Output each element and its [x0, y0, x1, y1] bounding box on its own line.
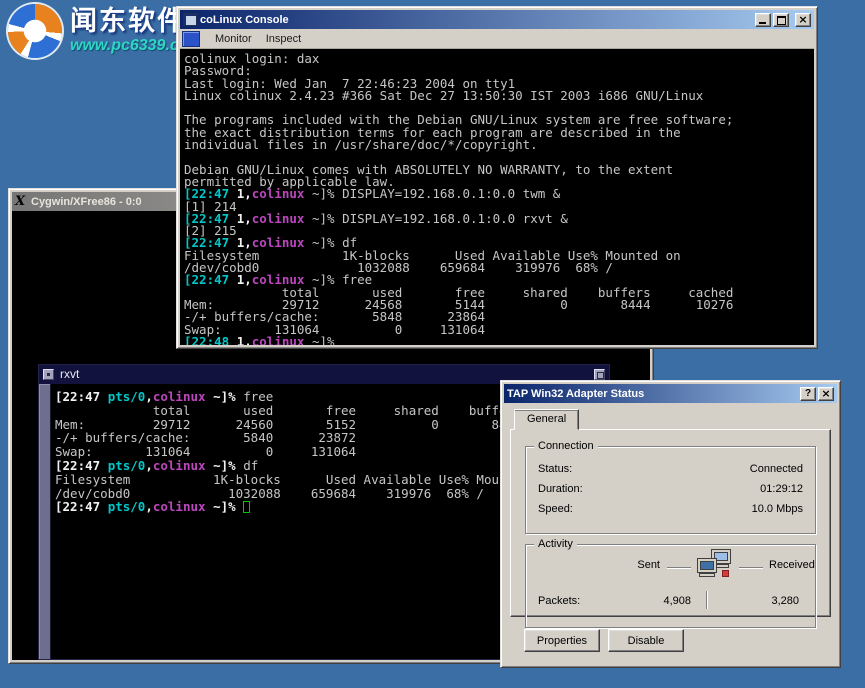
file-menu-button[interactable] — [182, 31, 200, 47]
close-icon: × — [821, 389, 830, 399]
packets-received-value: 3,280 — [719, 595, 799, 607]
packets-separator — [706, 591, 708, 609]
colinux-console-window: coLinux Console × Monitor Inspect colinu… — [176, 6, 818, 349]
colinux-console-icon — [183, 13, 197, 26]
sent-label: Sent — [618, 559, 660, 571]
received-label: Received — [769, 559, 815, 571]
packets-label: Packets: — [538, 595, 580, 607]
tap-titlebar[interactable]: TAP Win32 Adapter Status ? × — [504, 384, 837, 403]
general-tab-page: Connection Status: Connected Duration: 0… — [510, 429, 831, 617]
status-row: Status: Connected — [538, 463, 803, 475]
maximize-icon — [777, 16, 786, 25]
tab-general[interactable]: General — [514, 409, 579, 430]
status-value: Connected — [750, 463, 803, 475]
colinux-close-button[interactable]: × — [795, 13, 811, 27]
colinux-minimize-button[interactable] — [755, 13, 771, 27]
colinux-menubar: Monitor Inspect — [180, 29, 814, 49]
menu-monitor[interactable]: Monitor — [208, 31, 259, 47]
tap-help-button[interactable]: ? — [800, 387, 816, 401]
speed-label: Speed: — [538, 503, 573, 515]
colinux-terminal[interactable]: colinux login: daxPassword:Last login: W… — [180, 49, 814, 345]
duration-label: Duration: — [538, 483, 583, 495]
site-watermark: 闻东软件 www.pc6339.cn — [8, 4, 189, 58]
tap-adapter-status-dialog: TAP Win32 Adapter Status ? × General Con… — [500, 380, 841, 668]
disable-button[interactable]: Disable — [608, 629, 684, 652]
connection-group-label: Connection — [534, 440, 598, 453]
resize-button[interactable] — [594, 369, 605, 380]
rxvt-title: rxvt — [60, 365, 79, 384]
properties-button[interactable]: Properties — [524, 629, 600, 652]
minimize-icon — [759, 22, 766, 24]
tap-dialog-body: General Connection Status: Connected Dur… — [504, 403, 837, 664]
xfree86-x-icon: X — [15, 195, 28, 208]
colinux-maximize-button[interactable] — [773, 13, 789, 27]
cygwin-title: Cygwin/XFree86 - 0:0 — [31, 196, 142, 208]
desktop: 闻东软件 www.pc6339.cn X Cygwin/XFree86 - 0:… — [0, 0, 865, 688]
watermark-brand: 闻东软件 — [70, 6, 189, 36]
packets-sent-value: 4,908 — [611, 595, 691, 607]
received-connector-line — [739, 567, 763, 569]
watermark-logo-icon — [8, 4, 62, 58]
duration-value: 01:29:12 — [760, 483, 803, 495]
status-label: Status: — [538, 463, 572, 475]
speed-value: 10.0 Mbps — [752, 503, 803, 515]
menu-inspect[interactable]: Inspect — [259, 31, 308, 47]
speed-row: Speed: 10.0 Mbps — [538, 503, 803, 515]
colinux-titlebar[interactable]: coLinux Console × — [180, 10, 814, 29]
tab-general-label: General — [527, 413, 566, 425]
duration-row: Duration: 01:29:12 — [538, 483, 803, 495]
connection-group: Connection Status: Connected Duration: 0… — [525, 446, 816, 534]
sent-connector-line — [667, 567, 691, 569]
network-activity-icon — [696, 548, 732, 580]
rxvt-scrollbar[interactable] — [39, 384, 51, 659]
close-icon: × — [798, 15, 807, 25]
tap-title: TAP Win32 Adapter Status — [507, 388, 644, 400]
tap-close-button[interactable]: × — [818, 387, 834, 401]
watermark-url: www.pc6339.cn — [70, 36, 189, 56]
colinux-title: coLinux Console — [200, 14, 289, 26]
iconify-button[interactable] — [43, 369, 54, 380]
help-icon: ? — [805, 388, 811, 399]
activity-group: Activity Sent — [525, 544, 816, 628]
activity-group-label: Activity — [534, 538, 577, 551]
